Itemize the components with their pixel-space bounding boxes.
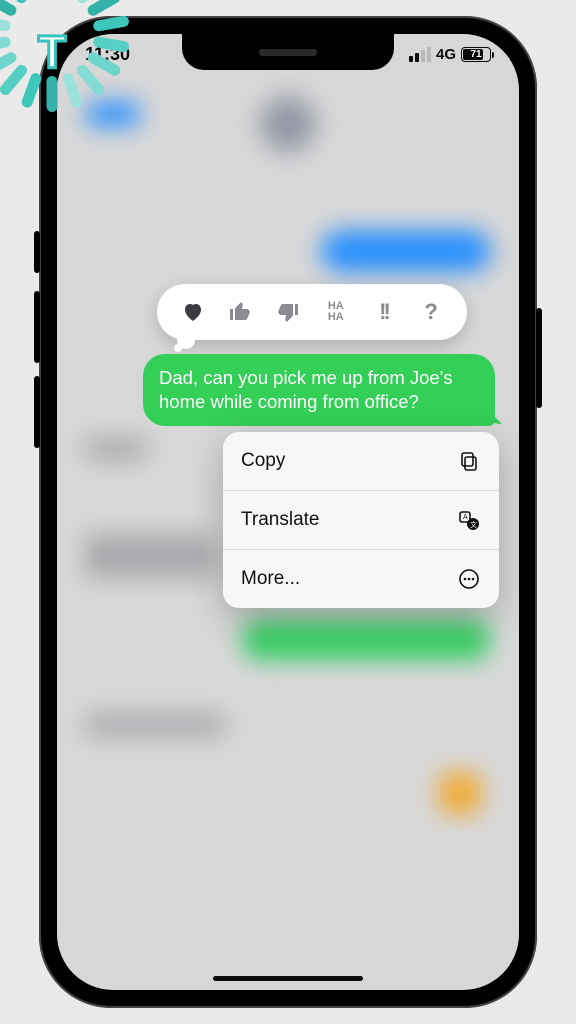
mute-switch: [34, 231, 40, 273]
more-icon: [457, 567, 481, 591]
translate-icon: A文: [457, 508, 481, 532]
watermark-letter: T: [38, 25, 66, 79]
power-button: [536, 308, 542, 408]
tapback-haha-icon[interactable]: HAHA: [320, 301, 352, 323]
copy-icon: [457, 449, 481, 473]
phone-frame: 11:30 4G 71: [39, 16, 537, 1008]
svg-text:文: 文: [470, 520, 477, 529]
svg-text:A: A: [463, 514, 468, 521]
menu-label: More...: [241, 568, 300, 590]
menu-item-translate[interactable]: Translate A文: [223, 491, 499, 550]
tapback-question-icon[interactable]: ?: [415, 299, 447, 325]
battery-icon: 71: [461, 47, 491, 62]
menu-item-copy[interactable]: Copy: [223, 432, 499, 491]
menu-label: Copy: [241, 450, 285, 472]
volume-up-button: [34, 291, 40, 363]
tapback-bar: HAHA !! ?: [157, 284, 467, 340]
speaker-grille: [259, 49, 317, 56]
tapback-thumbs-down-icon[interactable]: [272, 300, 304, 324]
home-indicator[interactable]: [213, 976, 363, 981]
battery-percent: 71: [470, 49, 481, 60]
selected-message-bubble[interactable]: Dad, can you pick me up from Joe's home …: [143, 354, 495, 426]
watermark-badge: T: [0, 0, 122, 122]
menu-label: Translate: [241, 509, 320, 531]
message-text: Dad, can you pick me up from Joe's home …: [159, 367, 453, 412]
network-label: 4G: [436, 46, 456, 63]
menu-item-more[interactable]: More...: [223, 550, 499, 608]
tapback-heart-icon[interactable]: [177, 300, 209, 324]
volume-down-button: [34, 376, 40, 448]
context-menu: Copy Translate A文 More...: [223, 432, 499, 608]
tapback-exclaim-icon[interactable]: !!: [367, 299, 399, 325]
signal-icon: [409, 47, 431, 62]
tapback-thumbs-up-icon[interactable]: [224, 300, 256, 324]
notch: [182, 34, 394, 70]
screen: 11:30 4G 71: [57, 34, 519, 990]
